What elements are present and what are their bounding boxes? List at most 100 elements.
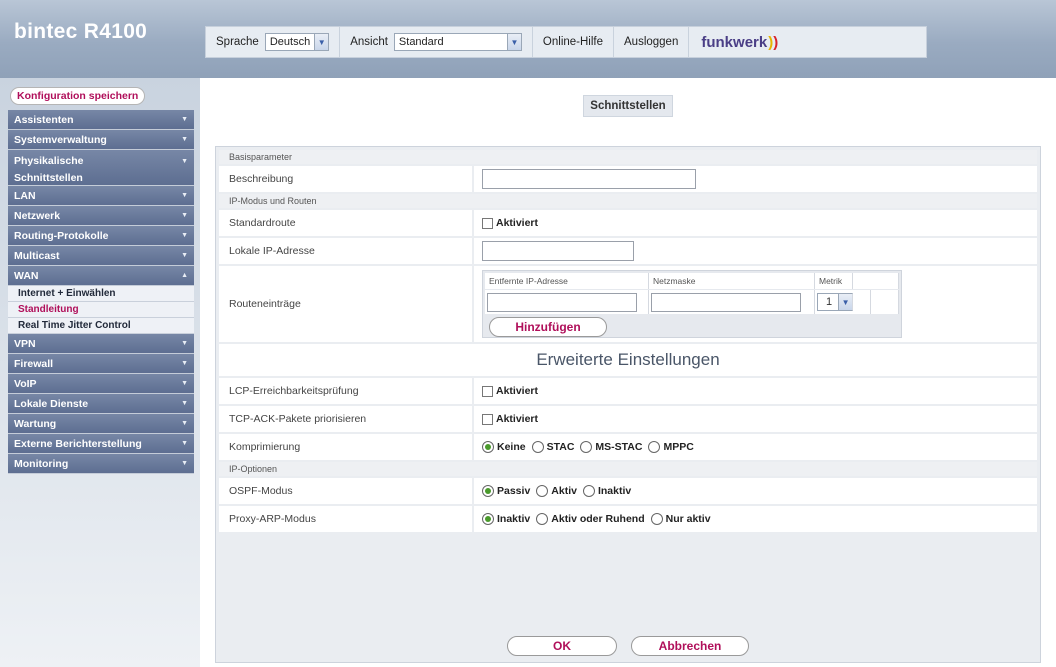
row-lcp: LCP-Erreichbarkeitsprüfung Aktiviert (219, 378, 1037, 406)
col-empty (853, 273, 899, 289)
view-group: Ansicht Standard ▼ (340, 27, 533, 57)
chevron-down-icon: ▼ (181, 252, 188, 259)
row-tcp-ack: TCP-ACK-Pakete priorisieren Aktiviert (219, 406, 1037, 434)
row-ospf: OSPF-Modus Passiv Aktiv Inaktiv (219, 478, 1037, 506)
sidebar-item-label: Externe Berichterstellung (14, 437, 142, 450)
sidebar-item-label: Assistenten (14, 113, 74, 126)
cancel-button[interactable]: Abbrechen (631, 636, 749, 656)
sidebar-subitem-label: Internet + Einwählen (18, 288, 116, 299)
sidebar-item-firewall[interactable]: Firewall ▼ (8, 354, 194, 374)
compression-mppc-radio[interactable] (648, 441, 661, 453)
brand-name: funkwerk (701, 33, 768, 51)
language-label: Sprache (216, 36, 259, 48)
sidebar-item-label: Netzwerk (14, 209, 61, 222)
chevron-down-icon: ▼ (181, 380, 188, 387)
chevron-down-icon: ▼ (181, 400, 188, 407)
language-group: Sprache Deutsch ▼ (206, 27, 341, 57)
ospf-inactive-label: Inaktiv (597, 485, 632, 497)
default-route-checkbox[interactable] (482, 217, 493, 229)
section-ip-options: IP-Optionen (219, 462, 1037, 478)
proxy-arp-label: Proxy-ARP-Modus (219, 506, 474, 532)
logout-label: Ausloggen (624, 36, 679, 48)
online-help-link[interactable]: Online-Hilfe (533, 27, 614, 57)
sidebar-item-netzwerk[interactable]: Netzwerk ▼ (8, 206, 194, 226)
sidebar-item-label-line1: Physikalische (14, 155, 84, 167)
row-description: Beschreibung (219, 166, 1037, 194)
route-table-header: Entfernte IP-Adresse Netzmaske Metrik (485, 273, 899, 289)
sidebar-item-label: Monitoring (14, 457, 69, 470)
metric-select[interactable]: 1 ▼ (817, 293, 854, 311)
local-ip-cell (474, 238, 1037, 264)
chevron-down-icon: ▼ (181, 360, 188, 367)
chevron-down-icon: ▼ (181, 192, 188, 199)
metric-cell: 1 ▼ (815, 290, 871, 314)
sidebar-nav: Assistenten ▼ Systemverwaltung ▼ Physikali… (8, 110, 194, 474)
compression-none-radio[interactable] (482, 441, 494, 453)
remote-ip-input[interactable] (487, 292, 637, 312)
logout-link[interactable]: Ausloggen (614, 27, 690, 57)
col-netmask: Netzmaske (649, 273, 815, 289)
ospf-passive-label: Passiv (497, 485, 531, 497)
proxy-arp-only-active-radio[interactable] (650, 513, 663, 525)
local-ip-input[interactable] (482, 241, 634, 261)
compression-stac-label: STAC (546, 441, 575, 453)
sidebar-item-assistenten[interactable]: Assistenten ▼ (8, 110, 194, 130)
proxy-arp-inactive-radio[interactable] (482, 513, 494, 525)
sidebar-item-label: VPN (14, 337, 36, 350)
sidebar-item-label: Physikalische Schnittstellen (14, 153, 83, 187)
sidebar-subitem-standleitung[interactable]: Standleitung (8, 302, 194, 318)
section-basic-parameters: Basisparameter (219, 150, 1037, 166)
netmask-cell (649, 290, 815, 314)
sidebar-item-monitoring[interactable]: Monitoring ▼ (8, 454, 194, 474)
ok-button[interactable]: OK (507, 636, 617, 656)
description-value-cell (474, 166, 1037, 192)
compression-stac-radio[interactable] (531, 441, 544, 453)
ospf-passive-radio[interactable] (482, 485, 494, 497)
row-compression: Komprimierung Keine STAC MS-STAC MPPC (219, 434, 1037, 462)
save-config-button[interactable]: Konfiguration speichern (10, 87, 146, 105)
lcp-label: LCP-Erreichbarkeitsprüfung (219, 378, 474, 404)
add-route-button[interactable]: Hinzufügen (489, 317, 607, 337)
sidebar-item-externe-berichterstellung[interactable]: Externe Berichterstellung ▼ (8, 434, 194, 454)
page-title-area: Schnittstellen (208, 86, 1048, 126)
sidebar-item-lokale-dienste[interactable]: Lokale Dienste ▼ (8, 394, 194, 414)
proxy-arp-radio-group: Inaktiv Aktiv oder Ruhend Nur aktiv (474, 506, 1037, 532)
ospf-inactive-radio[interactable] (582, 485, 595, 497)
advanced-settings-title: Erweiterte Einstellungen (219, 344, 1037, 378)
view-select[interactable]: Standard ▼ (393, 33, 522, 51)
netmask-input[interactable] (651, 292, 801, 312)
sidebar-subitem-internet-einwaehlen[interactable]: Internet + Einwählen (8, 286, 194, 302)
col-metric: Metrik (815, 273, 853, 289)
language-select[interactable]: Deutsch ▼ (264, 33, 330, 51)
sidebar-subitem-real-time-jitter-control[interactable]: Real Time Jitter Control (8, 318, 194, 334)
sidebar-item-lan[interactable]: LAN ▼ (8, 186, 194, 206)
sidebar-item-label: LAN (14, 189, 36, 202)
local-ip-label: Lokale IP-Adresse (219, 238, 474, 264)
sidebar-item-wartung[interactable]: Wartung ▼ (8, 414, 194, 434)
proxy-arp-active-or-idle-radio[interactable] (536, 513, 549, 525)
row-default-route: Standardroute Aktiviert (219, 210, 1037, 238)
route-entries-cell: Entfernte IP-Adresse Netzmaske Metrik 1 … (474, 266, 1037, 342)
description-input[interactable] (482, 169, 696, 189)
lcp-option-label: Aktiviert (496, 385, 539, 397)
sidebar-subitem-label: Standleitung (18, 304, 79, 315)
lcp-checkbox[interactable] (482, 385, 493, 397)
ospf-active-radio[interactable] (536, 485, 549, 497)
header-bar: bintec R4100 Sprache Deutsch ▼ Ansicht S… (0, 0, 1056, 78)
description-label: Beschreibung (219, 166, 474, 192)
sidebar-item-multicast[interactable]: Multicast ▼ (8, 246, 194, 266)
sidebar-item-voip[interactable]: VoIP ▼ (8, 374, 194, 394)
language-value: Deutsch (269, 36, 311, 48)
route-entries-label: Routeneinträge (219, 266, 474, 342)
lcp-cell: Aktiviert (474, 378, 1037, 404)
chevron-down-icon: ▼ (181, 340, 188, 347)
sidebar-item-vpn[interactable]: VPN ▼ (8, 334, 194, 354)
sidebar-item-wan[interactable]: WAN ▲ (8, 266, 194, 286)
chevron-down-icon: ▼ (181, 420, 188, 427)
tcp-ack-checkbox[interactable] (482, 413, 493, 425)
sidebar-item-systemverwaltung[interactable]: Systemverwaltung ▼ (8, 130, 194, 150)
sidebar-item-routing-protokolle[interactable]: Routing-Protokolle ▼ (8, 226, 194, 246)
compression-ms-stac-radio[interactable] (580, 441, 593, 453)
chevron-down-icon: ▼ (506, 34, 521, 50)
sidebar-item-physikalische-schnittstellen[interactable]: Physikalische Schnittstellen ▼ (8, 150, 194, 186)
